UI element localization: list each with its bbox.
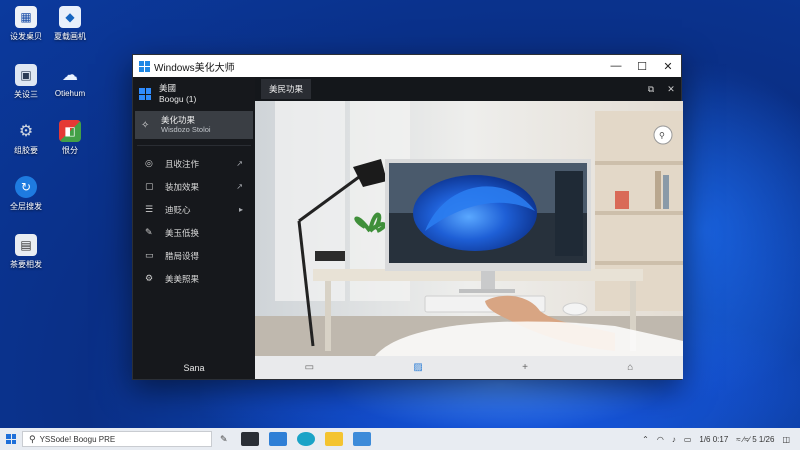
screen-icon[interactable]: ▭	[305, 362, 314, 373]
sidebar-item-2[interactable]: ▢ 装加效果 ↗	[133, 175, 255, 198]
app-window: Windows美化大师 — ☐ ✕ 美國 Boogu (1) ✧ 美化功果 Wi…	[132, 54, 683, 380]
taskbar-search-input[interactable]: ⚲ YSSode! Boogu PRE	[22, 431, 212, 447]
chevron-up-icon[interactable]: ⌃	[642, 435, 649, 444]
wifi-icon[interactable]: ◠	[657, 435, 664, 444]
svg-text:⚲: ⚲	[659, 131, 665, 140]
account-name: 美國	[159, 83, 177, 93]
brush-icon: ✎	[145, 227, 153, 237]
calculator-icon: ▤	[15, 234, 37, 256]
task-view-icon[interactable]	[240, 432, 259, 446]
system-tray: ⌃ ◠ ♪ ▭ 1/6 0:17 ≈ ∕≈∕ 5 1/26 ◫	[638, 435, 800, 444]
desktop-icon-sync[interactable]: ↻ 全层搜发	[4, 176, 48, 212]
chevron-right-icon: ▸	[238, 205, 243, 214]
bottom-toolbar: ▭ ▨ + ⌂	[255, 356, 683, 379]
store-icon: ◧	[59, 120, 81, 142]
sidebar-item-selected[interactable]: ✧ 美化功果 Wisdozo Stoloi	[135, 111, 253, 139]
notification-icon[interactable]: ◫	[782, 435, 790, 444]
windows-logo-icon	[139, 60, 150, 72]
sidebar-item-3[interactable]: ☰ 迪贬心 ▸	[133, 198, 255, 221]
windows-start-icon	[6, 434, 16, 444]
desktop-icon-cloud[interactable]: ☁ Otiehum	[48, 64, 92, 98]
shield-app-icon: ◆	[59, 6, 81, 28]
selected-sub: Wisdozo Stoloi	[161, 125, 211, 134]
tab-effects[interactable]: 美民功果	[261, 79, 312, 99]
battery-icon[interactable]: ▭	[684, 435, 692, 444]
cloud-icon: ☁	[62, 67, 78, 84]
add-icon[interactable]: +	[522, 362, 528, 373]
desktop-icon-settings[interactable]: ⚙ 组胶要	[4, 120, 48, 156]
close-button[interactable]: ✕	[655, 60, 681, 73]
start-button[interactable]	[0, 434, 22, 444]
network-icon: ▣	[15, 64, 37, 86]
gallery-icon[interactable]: ▨	[413, 362, 422, 373]
settings-gear-icon: ⚙	[18, 123, 34, 140]
home-icon[interactable]: ⌂	[627, 362, 633, 373]
circle-icon: ◎	[145, 158, 153, 168]
desktop-icon-network[interactable]: ▣ 关设三	[4, 64, 48, 100]
box-icon: ▢	[145, 181, 154, 191]
folder-icon[interactable]: ⧉	[641, 84, 661, 95]
list-icon: ☰	[145, 204, 154, 214]
account-sub: Boogu (1)	[159, 94, 197, 104]
sidebar-divider	[137, 145, 251, 146]
volume-icon[interactable]: ♪	[672, 435, 676, 444]
close-icon[interactable]: ✕	[661, 84, 681, 95]
mic-icon[interactable]: ✎	[220, 434, 228, 445]
tab-bar: 美民功果 ⧉ ✕	[255, 77, 681, 101]
desktop-icon-shield-app[interactable]: ◆ 夏载画机	[48, 6, 92, 42]
arrow-icon: ↗	[236, 159, 243, 168]
account-grid-icon	[139, 88, 151, 100]
maximize-button[interactable]: ☐	[629, 60, 655, 73]
desk-scene: ⚲	[255, 101, 683, 356]
taskbar-app-1-icon[interactable]	[268, 432, 287, 446]
title-bar[interactable]: Windows美化大师 — ☐ ✕	[133, 55, 681, 77]
sidebar-item-6[interactable]: ⚙ 美美照果	[133, 267, 255, 290]
tray-date[interactable]: ≈ ∕≈∕ 5 1/26	[736, 435, 774, 444]
selected-label: 美化功果	[161, 115, 196, 125]
file-explorer-icon[interactable]	[324, 432, 343, 446]
this-pc-icon: ▦	[15, 6, 37, 28]
search-icon: ⚲	[29, 433, 36, 444]
gear-icon: ⚙	[145, 273, 154, 283]
sync-icon: ↻	[15, 176, 37, 198]
arrow-icon: ↗	[236, 182, 243, 191]
content-pane: 美民功果 ⧉ ✕ ⚲ ▭ ▨ + ⌂	[255, 77, 683, 379]
taskbar-app-2-icon[interactable]	[352, 432, 371, 446]
sidebar-item-1[interactable]: ◎ 且收注作 ↗	[133, 152, 255, 175]
desktop-icon-store[interactable]: ◧ 恨分	[48, 120, 92, 156]
sidebar-item-5[interactable]: ▭ 腊局设得	[133, 244, 255, 267]
minimize-button[interactable]: —	[603, 60, 629, 72]
tray-time[interactable]: 1/6 0:17	[699, 435, 728, 444]
preview-image: ⚲	[255, 101, 683, 356]
window-title: Windows美化大师	[154, 62, 235, 74]
sidebar-item-4[interactable]: ✎ 美玉低换	[133, 221, 255, 244]
account-item[interactable]: 美國 Boogu (1)	[133, 77, 255, 111]
taskbar: ⚲ YSSode! Boogu PRE ✎ ⌃ ◠ ♪ ▭ 1/6 0:17 ≈…	[0, 428, 800, 450]
user-name[interactable]: Sana	[133, 363, 255, 373]
folder-icon: ▭	[145, 250, 154, 260]
desktop-icon-calculator[interactable]: ▤ 茶要相发	[4, 234, 48, 270]
desktop-icon-this-pc[interactable]: ▦ 设发桌贝	[4, 6, 48, 42]
edge-icon[interactable]	[296, 432, 315, 446]
sidebar: 美國 Boogu (1) ✧ 美化功果 Wisdozo Stoloi ◎ 且收注…	[133, 77, 255, 379]
magic-wand-icon: ✧	[141, 119, 150, 131]
